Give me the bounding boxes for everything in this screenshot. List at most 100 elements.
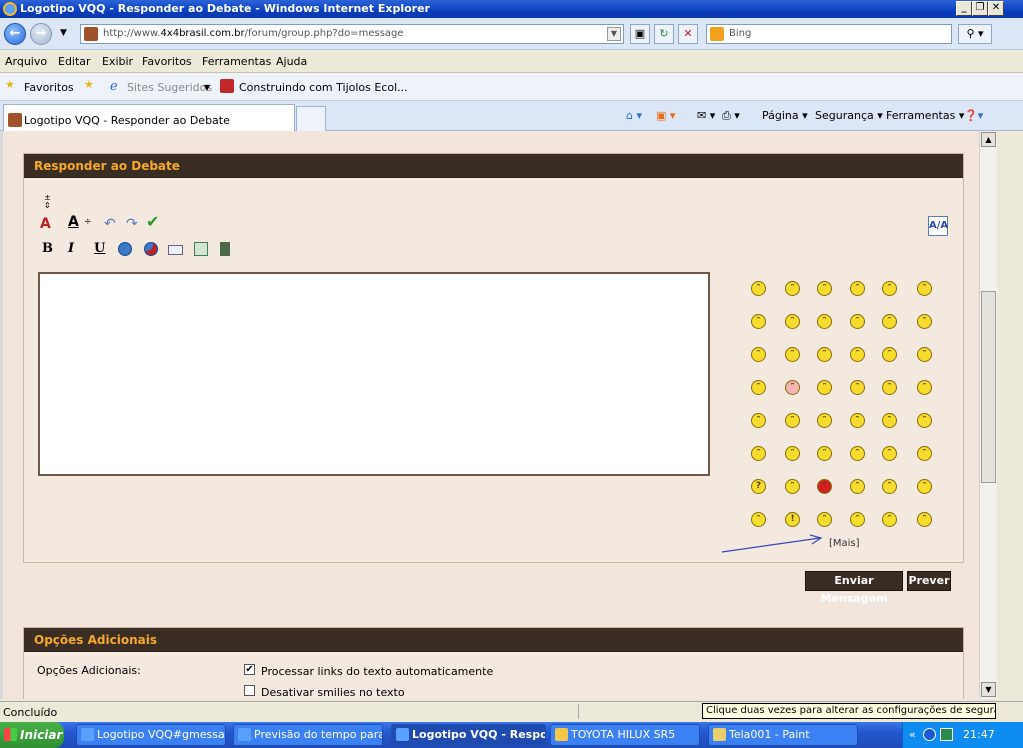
menu-tools[interactable]: Ferramentas	[202, 55, 271, 68]
smiley-icon[interactable]: ᵔ	[817, 446, 832, 461]
history-dropdown-icon[interactable]: ▼	[60, 28, 67, 38]
search-button-icon[interactable]: ⚲ ▾	[958, 24, 992, 44]
send-message-button[interactable]: Enviar Mensagem	[805, 571, 903, 605]
font-color-icon[interactable]: A	[68, 214, 79, 230]
smiley-icon[interactable]: ᵔ	[785, 413, 800, 428]
smiley-icon[interactable]: ᵔ	[917, 347, 932, 362]
smiley-icon[interactable]: ᵔ	[785, 446, 800, 461]
smiley-icon[interactable]: ᵔ	[785, 380, 800, 395]
smiley-icon[interactable]: ᵔ	[917, 413, 932, 428]
smiley-icon[interactable]: ᵔ	[817, 380, 832, 395]
window-title-bar[interactable]: Logotipo VQQ - Responder ao Debate - Win…	[0, 0, 1023, 18]
favorites-button[interactable]: Favoritos	[24, 81, 74, 94]
add-favorite-icon[interactable]: ★	[84, 78, 94, 91]
smiley-icon[interactable]: ᵔ	[785, 281, 800, 296]
smiley-icon[interactable]: ᵔ	[751, 413, 766, 428]
smiley-icon[interactable]: ᵔ	[917, 446, 932, 461]
smiley-icon[interactable]: ᵔ	[817, 314, 832, 329]
tray-expand-icon[interactable]: «	[909, 722, 916, 748]
smiley-icon[interactable]: ᵔ	[751, 446, 766, 461]
insert-email-icon[interactable]	[168, 245, 183, 255]
suggested-sites-link[interactable]: Sites Sugeridos	[127, 81, 212, 94]
help-icon[interactable]: ❓▾	[964, 109, 983, 122]
smiley-icon[interactable]: ᵔ	[850, 347, 865, 362]
smiley-icon[interactable]: ᵔ	[817, 413, 832, 428]
smiley-icon[interactable]: ᵔ	[751, 380, 766, 395]
taskbar-item[interactable]: Previsão do tempo para ...	[233, 724, 383, 746]
smiley-icon[interactable]: ᵔ	[882, 380, 897, 395]
insert-link-icon[interactable]	[118, 242, 132, 256]
remove-link-icon[interactable]	[144, 242, 158, 256]
smiley-icon[interactable]: ᵔ	[785, 347, 800, 362]
smiley-icon[interactable]: ᵔ	[751, 512, 766, 527]
minimize-button[interactable]: _	[956, 1, 972, 16]
restore-button[interactable]: ❐	[972, 1, 988, 16]
smiley-icon[interactable]: ?	[751, 479, 766, 494]
smiley-icon[interactable]: ᵔ	[882, 512, 897, 527]
forward-icon[interactable]: →	[30, 23, 52, 45]
smiley-icon[interactable]: ᵔ	[850, 479, 865, 494]
print-icon[interactable]: ⎙ ▾	[722, 109, 740, 123]
preview-button[interactable]: Prever	[907, 571, 951, 591]
smiley-icon[interactable]: ᵔ	[917, 314, 932, 329]
bold-button[interactable]: B	[42, 241, 53, 256]
tools-menu[interactable]: Ferramentas ▾	[886, 109, 964, 122]
back-icon[interactable]: ←	[4, 23, 26, 45]
smiley-icon[interactable]: ᵔ	[817, 281, 832, 296]
compatibility-view-icon[interactable]: ▣	[630, 24, 650, 44]
mail-icon[interactable]: ✉ ▾	[697, 109, 715, 122]
refresh-icon[interactable]: ↻	[654, 24, 674, 44]
smiley-icon[interactable]: ᵔ	[850, 413, 865, 428]
suggested-dropdown-icon[interactable]: ▼	[204, 83, 210, 92]
security-menu[interactable]: Segurança ▾	[815, 109, 883, 122]
favorite-youtube-link[interactable]: Construindo com Tijolos Ecol...	[239, 81, 408, 94]
taskbar-item-active[interactable]: Logotipo VQQ - Respo...	[391, 724, 546, 746]
smiley-icon[interactable]: ᵔ	[917, 512, 932, 527]
taskbar-item[interactable]: Tela001 - Paint	[708, 724, 858, 746]
underline-button[interactable]: U	[94, 241, 105, 256]
undo-icon[interactable]: ↶	[104, 216, 116, 232]
stop-icon[interactable]: ✕	[678, 24, 698, 44]
spellcheck-icon[interactable]: ✔	[146, 212, 159, 231]
toggle-editor-mode-icon[interactable]: A/A	[928, 216, 948, 236]
smiley-icon[interactable]: ᵔ	[751, 347, 766, 362]
italic-button[interactable]: I	[68, 241, 74, 256]
smiley-icon[interactable]: !	[785, 512, 800, 527]
address-input[interactable]: http://www.4x4brasil.com.br/forum/group.…	[80, 24, 624, 44]
smiley-icon[interactable]: ᵔ	[882, 446, 897, 461]
smiley-icon[interactable]: ᵔ	[917, 479, 932, 494]
smiley-icon[interactable]: ᵔ	[817, 347, 832, 362]
redo-icon[interactable]: ↷	[126, 216, 138, 232]
smiley-icon[interactable]: ᵔ	[917, 281, 932, 296]
scroll-up-icon[interactable]: ▲	[981, 132, 996, 147]
smiley-icon[interactable]: ᵔ	[850, 314, 865, 329]
tray-app-icon[interactable]	[940, 728, 953, 741]
menu-file[interactable]: Arquivo	[5, 55, 47, 68]
smiley-icon[interactable]: ᵔ	[850, 512, 865, 527]
smiley-icon[interactable]: ᵔ	[850, 380, 865, 395]
scroll-down-icon[interactable]: ▼	[981, 682, 996, 697]
search-input[interactable]: Bing	[706, 24, 952, 44]
smiley-icon[interactable]: ᵔ	[882, 314, 897, 329]
taskbar-item[interactable]: Logotipo VQQ#gmessag...	[76, 724, 226, 746]
smiley-icon[interactable]: ᵔ	[882, 479, 897, 494]
smiley-icon[interactable]: ᵔ	[850, 281, 865, 296]
smiley-icon[interactable]: ᵔ	[917, 380, 932, 395]
scroll-thumb[interactable]	[981, 291, 996, 483]
message-editor[interactable]	[38, 272, 710, 476]
clock[interactable]: 21:47	[963, 722, 995, 748]
menu-edit[interactable]: Editar	[58, 55, 91, 68]
taskbar-item[interactable]: TOYOTA HILUX SR5	[550, 724, 700, 746]
smiley-icon[interactable]: ᵔ	[751, 281, 766, 296]
smiley-icon[interactable]: ᵔ	[751, 314, 766, 329]
start-button[interactable]: Iniciar	[0, 722, 64, 748]
new-tab-button[interactable]	[296, 106, 326, 131]
tab-active[interactable]: Logotipo VQQ - Responder ao Debate	[3, 104, 295, 131]
smiley-icon[interactable]: ᵔ	[882, 281, 897, 296]
smiley-icon[interactable]: ᵔ	[785, 314, 800, 329]
menu-view[interactable]: Exibir	[102, 55, 133, 68]
smiley-icon[interactable]: ᵔ	[850, 446, 865, 461]
smiley-icon[interactable]: ᵔ	[785, 479, 800, 494]
menu-help[interactable]: Ajuda	[276, 55, 307, 68]
resize-arrows-icon[interactable]: ± ⇕	[44, 194, 51, 210]
